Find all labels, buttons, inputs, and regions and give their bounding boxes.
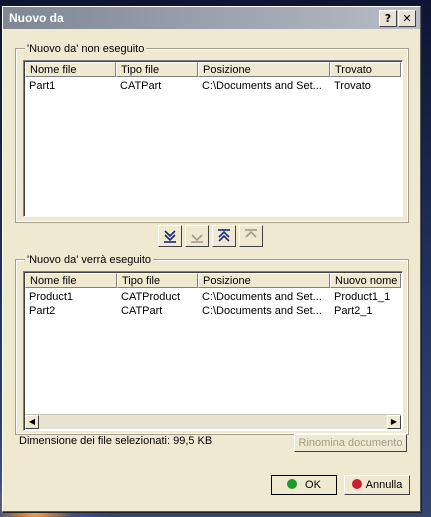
move-all-up-button[interactable] — [212, 225, 236, 247]
selected-size-label: Dimensione dei file selezionati: 99,5 KB — [19, 435, 213, 447]
group-will-do-title: 'Nuovo da' verrà eseguito — [25, 254, 154, 266]
table-row[interactable]: Product1 CATProduct C:\Documents and Set… — [25, 290, 401, 304]
chevron-down-icon — [191, 234, 203, 243]
cell-type: CATPart — [121, 305, 163, 317]
double-chevron-up-icon — [218, 229, 230, 242]
rename-document-button[interactable]: Rinomina documento — [294, 434, 407, 452]
col-nome-file[interactable]: Nome file — [25, 62, 116, 77]
cell-name: Part2 — [29, 305, 56, 317]
col-tipo-file[interactable]: Tipo file — [116, 62, 198, 77]
cell-type: CATProduct — [121, 291, 181, 303]
ok-label: OK — [305, 479, 321, 491]
help-button[interactable]: ? — [379, 10, 397, 27]
not-done-header: Nome file Tipo file Posizione Trovato — [25, 62, 401, 77]
cell-path: C:\Documents and Set... — [202, 80, 322, 92]
cancel-label: Annulla — [365, 479, 403, 491]
cell-type: CATPart — [120, 80, 162, 92]
cell-path: C:\Documents and Set... — [202, 291, 322, 303]
table-row[interactable]: Part1 CATPart C:\Documents and Set... Tr… — [25, 79, 401, 93]
cell-new-name: Part2_1 — [334, 305, 373, 317]
group-will-do: 'Nuovo da' verrà eseguito Nome file Tipo… — [15, 254, 409, 435]
nuovo-da-dialog: Nuovo da ? ✕ 'Nuovo da' non eseguito Nom… — [2, 6, 421, 512]
group-not-done-title: 'Nuovo da' non eseguito — [25, 43, 147, 55]
col-trovato[interactable]: Trovato — [330, 62, 401, 77]
window-title: Nuovo da — [9, 11, 64, 25]
ok-button[interactable]: OK — [271, 475, 337, 495]
col-nuovo-nome[interactable]: Nuovo nome — [330, 273, 401, 288]
group-not-done: 'Nuovo da' non eseguito Nome file Tipo f… — [15, 43, 409, 223]
col-posizione[interactable]: Posizione — [198, 62, 330, 77]
cell-name: Part1 — [29, 80, 56, 92]
not-done-list[interactable]: Nome file Tipo file Posizione Trovato Pa… — [23, 60, 403, 217]
cancel-button[interactable]: Annulla — [344, 475, 410, 495]
col-tipo-file[interactable]: Tipo file — [117, 273, 198, 288]
will-do-header: Nome file Tipo file Posizione Nuovo nome — [25, 273, 401, 288]
will-do-rows: Product1 CATProduct C:\Documents and Set… — [25, 290, 401, 318]
double-chevron-down-icon — [164, 230, 176, 243]
ok-icon — [287, 479, 298, 489]
move-buttons — [158, 225, 266, 247]
not-done-rows: Part1 CATPart C:\Documents and Set... Tr… — [25, 79, 401, 93]
cell-new-name: Product1_1 — [334, 291, 391, 303]
cancel-icon — [351, 479, 362, 489]
cell-found: Trovato — [334, 80, 371, 92]
col-posizione[interactable]: Posizione — [198, 273, 330, 288]
move-up-button[interactable] — [239, 225, 263, 247]
horizontal-scrollbar[interactable]: ◀ ▶ — [25, 414, 401, 429]
scroll-left-arrow-icon[interactable]: ◀ — [25, 415, 39, 429]
cell-name: Product1 — [29, 291, 74, 303]
table-row[interactable]: Part2 CATPart C:\Documents and Set... Pa… — [25, 304, 401, 318]
cell-path: C:\Documents and Set... — [202, 305, 322, 317]
move-all-down-button[interactable] — [158, 225, 182, 247]
will-do-list[interactable]: Nome file Tipo file Posizione Nuovo nome… — [23, 271, 403, 431]
move-down-button[interactable] — [185, 225, 209, 247]
col-nome-file[interactable]: Nome file — [25, 273, 117, 288]
title-bar[interactable]: Nuovo da ? ✕ — [3, 7, 420, 29]
scroll-right-arrow-icon[interactable]: ▶ — [387, 415, 401, 429]
close-button[interactable]: ✕ — [398, 10, 416, 27]
chevron-up-icon — [245, 229, 257, 238]
